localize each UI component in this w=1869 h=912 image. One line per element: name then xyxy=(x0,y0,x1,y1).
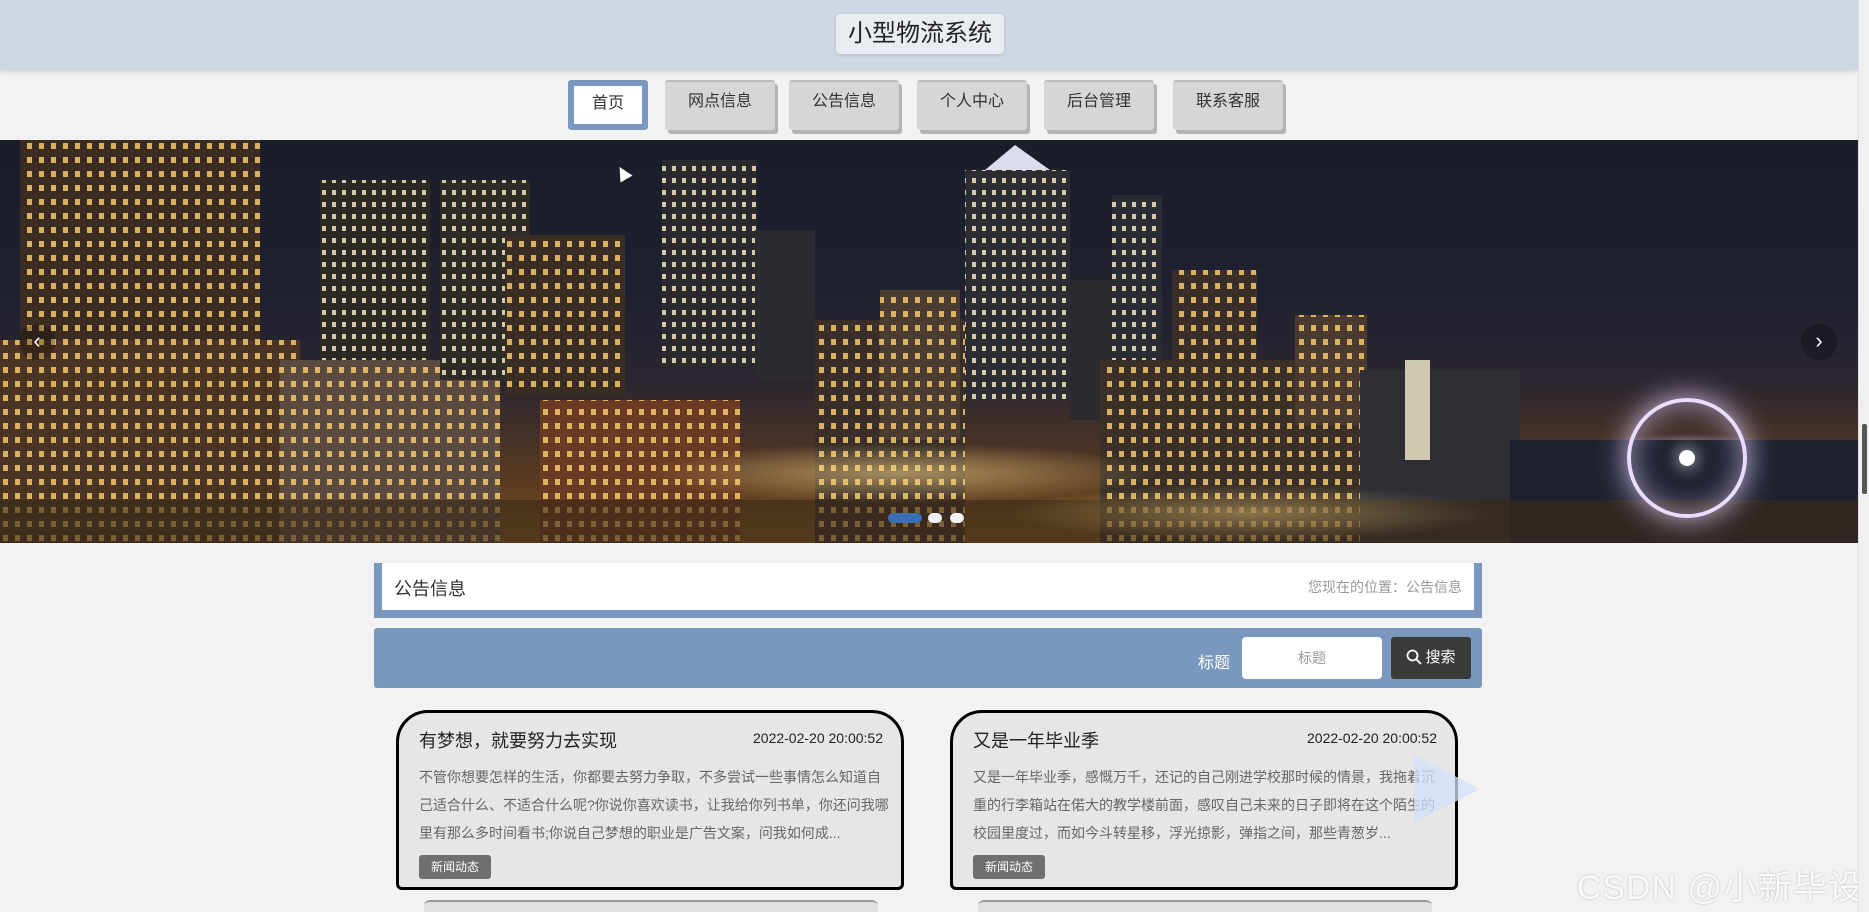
nav-item-announcements[interactable]: 公告信息 xyxy=(789,80,899,130)
carousel-dot-1[interactable] xyxy=(888,513,922,523)
nav-item-home[interactable]: 首页 xyxy=(568,80,648,130)
play-icon xyxy=(1414,755,1480,823)
next-card-peek xyxy=(978,900,1432,912)
search-button-label: 搜索 xyxy=(1425,649,1456,666)
carousel-banner[interactable]: ‹ › xyxy=(0,140,1858,543)
nav-item-label: 后台管理 xyxy=(1066,93,1131,110)
site-header: 小型物流系统 xyxy=(0,0,1858,70)
ferris-wheel xyxy=(1627,398,1747,518)
card-date: 2022-02-20 20:00:52 xyxy=(753,730,883,746)
breadcrumb-location: 您现在的位置：公告信息 xyxy=(1308,579,1462,595)
chevron-left-icon: ‹ xyxy=(33,328,41,353)
search-label: 标题 xyxy=(1198,655,1231,672)
page-title: 公告信息 xyxy=(394,579,466,599)
site-title: 小型物流系统 xyxy=(836,14,1004,54)
search-icon xyxy=(1407,649,1422,665)
scrollbar-thumb[interactable] xyxy=(1862,424,1867,494)
nav-item-label: 个人中心 xyxy=(939,93,1004,110)
nav-item-personal-center[interactable]: 个人中心 xyxy=(917,80,1027,130)
search-bar: 标题 搜索 xyxy=(374,628,1482,688)
nav-item-admin[interactable]: 后台管理 xyxy=(1044,80,1154,130)
breadcrumb: 公告信息 您现在的位置：公告信息 xyxy=(374,563,1482,618)
card-category-tag[interactable]: 新闻动态 xyxy=(419,855,492,879)
city-skyline-image xyxy=(0,140,1858,543)
card-title: 又是一年毕业季 xyxy=(973,731,1099,751)
card-title: 有梦想，就要努力去实现 xyxy=(419,731,617,751)
nav-item-label: 首页 xyxy=(591,95,624,112)
card-date: 2022-02-20 20:00:52 xyxy=(1307,730,1437,746)
nav-item-label: 网点信息 xyxy=(687,93,752,110)
nav-item-label: 联系客服 xyxy=(1195,93,1260,110)
watermark: CSDN @小新毕设 xyxy=(1576,869,1863,907)
next-card-peek xyxy=(424,900,878,912)
card-category-tag[interactable]: 新闻动态 xyxy=(973,855,1046,879)
search-input[interactable] xyxy=(1242,637,1382,679)
carousel-prev-button[interactable]: ‹ xyxy=(19,324,55,360)
announcement-card[interactable]: 又是一年毕业季 2022-02-20 20:00:52 又是一年毕业季，感慨万千… xyxy=(950,710,1458,890)
card-excerpt: 不管你想要怎样的生活，你都要去努力争取，不多尝试一些事情怎么知道自己适合什么、不… xyxy=(419,769,889,841)
announcement-card[interactable]: 有梦想，就要努力去实现 2022-02-20 20:00:52 不管你想要怎样的… xyxy=(396,710,904,890)
nav-item-customer-service[interactable]: 联系客服 xyxy=(1173,80,1283,130)
chevron-right-icon: › xyxy=(1815,328,1823,353)
page-scrollbar[interactable] xyxy=(1858,0,1869,912)
carousel-next-button[interactable]: › xyxy=(1801,324,1837,360)
nav-item-branches[interactable]: 网点信息 xyxy=(665,80,775,130)
card-excerpt: 又是一年毕业季，感慨万千，还记的自己刚进学校那时候的情景，我拖着沉重的行李箱站在… xyxy=(973,769,1435,841)
carousel-dot-3[interactable] xyxy=(950,513,964,523)
nav-item-label: 公告信息 xyxy=(811,93,876,110)
carousel-dot-2[interactable] xyxy=(928,513,942,523)
search-button[interactable]: 搜索 xyxy=(1391,637,1471,679)
